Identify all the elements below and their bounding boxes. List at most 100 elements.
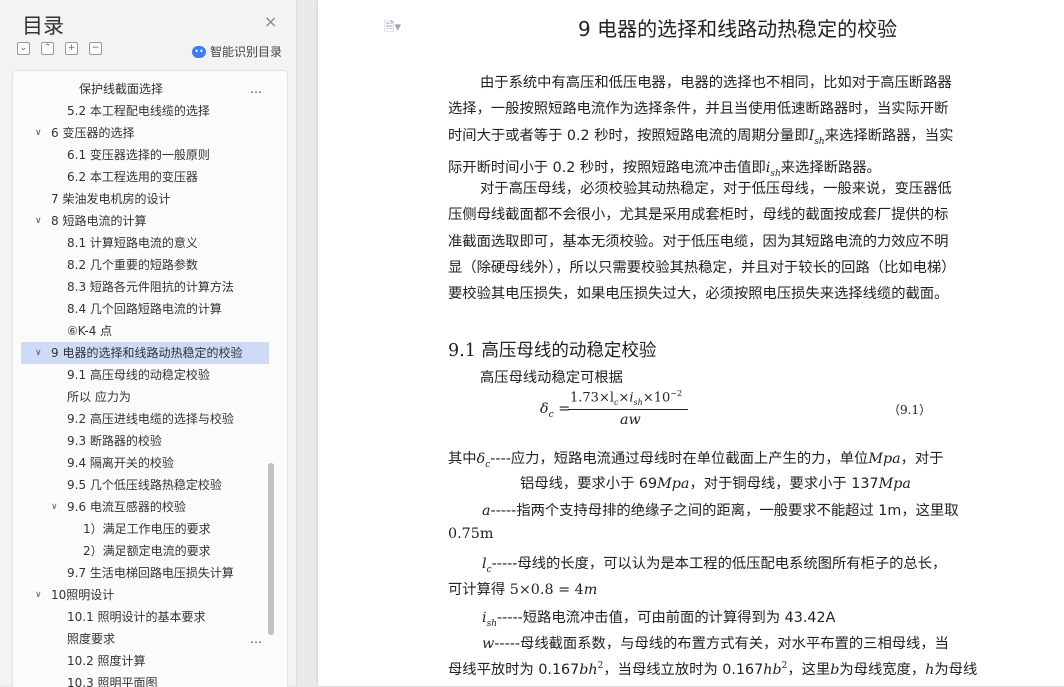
toc-item[interactable]: 10.2 照度计算 [21,650,269,672]
toc-item-label: 8.1 计算短路电流的意义 [67,236,198,250]
toc-item[interactable]: ∨ 9 电器的选择和线路动热稳定的校验 [21,342,269,364]
toc-item-label: 10.1 照明设计的基本要求 [67,610,206,624]
toc-item-label: 9.7 生活电梯回路电压损失计算 [67,566,234,580]
toc-sidebar: 目录 × ⌄ ⌃ + − •• 智能识别目录 保护线截面选择 … 5.2 本工程配电… [0,0,297,687]
toc-item-label: 6 变压器的选择 [51,126,135,140]
p1-line: 由于系统中有高压和低压电器，电器的选择也不相同，比如对于高压断路器 [480,75,952,91]
toc-item-label: 6.1 变压器选择的一般原则 [67,148,210,162]
chevron-down-icon[interactable]: ∨ [51,496,58,518]
fraction-bar [568,409,688,410]
toc-item[interactable]: ∨ 10照明设计 [21,584,269,606]
page-options-icon[interactable]: 🗎▾ [384,18,401,40]
smart-toc-button[interactable]: •• 智能识别目录 [192,43,282,60]
toc-toolbar: ⌄ ⌃ + − [17,42,102,60]
toc-item[interactable]: 9.4 隔离开关的校验 [21,452,269,474]
def-w: w-----母线截面系数，与母线的布置方式有关，对水平布置的三相母线，当 [482,636,949,652]
toc-item-label: 6.2 本工程选用的变压器 [67,170,198,184]
p1-line: 时间大于或者等于 0.2 秒时，按照短路电流的周期分量即Ish来选择断路器，当实 [448,127,954,147]
def-w-cont: 母线平放时为 0.167bh2，当母线立放时为 0.167hb2，这里b为母线宽… [448,661,978,678]
toc-item-label: 7 柴油发电机房的设计 [51,192,171,206]
ai-icon: •• [192,45,206,58]
toc-item-label: 8.3 短路各元件阻抗的计算方法 [67,280,234,294]
equation-number: （9.1） [888,403,932,417]
paragraph-2: 对于高压母线，必须校验其动热稳定，对于低压母线，一般来说，变压器低 压侧母线截面… [448,176,1018,307]
collapse-all-icon[interactable]: ⌃ [41,42,54,55]
toc-item[interactable]: 8.3 短路各元件阻抗的计算方法 [21,276,269,298]
more-options-icon[interactable]: … [250,628,263,650]
more-options-icon[interactable]: … [250,78,263,100]
toc-item-label: 10照明设计 [51,588,115,602]
toc-item-label: 10.2 照度计算 [67,654,146,668]
toc-item-label: 10.3 照明平面图 [67,676,158,687]
toc-item[interactable]: 5.2 本工程配电线缆的选择 [21,100,269,122]
formula-denominator: aw [620,412,641,428]
toc-item[interactable]: 2）满足额定电流的要求 [21,540,269,562]
toc-item-label: 9.3 断路器的校验 [67,434,162,448]
toc-item[interactable]: 1）满足工作电压的要求 [21,518,269,540]
toc-item[interactable]: ∨ 9.6 电流互感器的校验 [21,496,269,518]
toc-item-label: 8 短路电流的计算 [51,214,147,228]
expand-all-icon[interactable]: ⌄ [17,42,30,55]
toc-item[interactable]: ⑥K-4 点 [21,320,269,342]
toc-item[interactable]: 保护线截面选择 … [21,78,269,100]
toc-item-label: 照度要求 [67,632,116,646]
toc-item-label: 8.4 几个回路短路电流的计算 [67,302,222,316]
toc-item[interactable]: 9.5 几个低压线路热稳定校验 [21,474,269,496]
toc-item[interactable]: 8.1 计算短路电流的意义 [21,232,269,254]
formula-lhs: δc = [540,401,571,420]
def-i: ish-----短路电流冲击值，可由前面的计算得到为 43.42A [482,610,836,629]
toc-item-label: 2）满足额定电流的要求 [83,544,211,558]
chevron-down-icon[interactable]: ∨ [35,584,42,606]
p2-line: 对于高压母线，必须校验其动热稳定，对于低压母线，一般来说，变压器低 [480,181,952,197]
chevron-down-icon[interactable]: ∨ [35,122,42,144]
toc-item-label: 保护线截面选择 [79,82,164,96]
def-stress: 其中δc----应力，短路电流通过母线时在单位截面上产生的力，单位Mpa，对于 [448,451,944,470]
p2-line: 要校验其电压损失，如果电压损失过大，必须按照电压损失来选择线缆的截面。 [448,286,949,303]
document-page: 🗎▾ 9 电器的选择和线路动热稳定的校验 由于系统中有高压和低压电器，电器的选择… [318,0,1064,686]
toc-item[interactable]: 8.4 几个回路短路电流的计算 [21,298,269,320]
sidebar-title: 目录 [22,14,64,38]
toc-list: 保护线截面选择 … 5.2 本工程配电线缆的选择 ∨ 6 变压器的选择 6.1 变压器选择… [12,70,288,687]
toc-item-label: 1）满足工作电压的要求 [83,522,211,536]
def-a-value: 0.75m [448,526,494,542]
remove-item-icon[interactable]: − [89,42,102,55]
toc-item-label: ⑥K-4 点 [67,324,113,338]
toc-item[interactable]: ∨ 8 短路电流的计算 [21,210,269,232]
chapter-heading: 9 电器的选择和线路动热稳定的校验 [578,17,898,41]
toc-item[interactable]: 6.1 变压器选择的一般原则 [21,144,269,166]
toc-item[interactable]: 10.1 照明设计的基本要求 [21,606,269,628]
toc-item[interactable]: 6.2 本工程选用的变压器 [21,166,269,188]
chevron-down-icon[interactable]: ∨ [35,342,42,364]
def-l-calc: 可计算得 5×0.8 = 4m [448,582,598,598]
formula-numerator: 1.73×lc×ish×10−2 [570,389,683,407]
toc-item[interactable]: 照度要求 … [21,628,269,650]
toc-item[interactable]: 8.2 几个重要的短路参数 [21,254,269,276]
toc-item[interactable]: 9.2 高压进线电缆的选择与校验 [21,408,269,430]
p1-line: 选择，一般按照短路电流作为选择条件，并且当使用低速断路器时，当实际开断 [448,101,949,118]
smart-toc-label: 智能识别目录 [210,45,283,59]
toc-item-label: 5.2 本工程配电线缆的选择 [67,104,210,118]
chevron-down-icon[interactable]: ∨ [35,210,42,232]
toc-item[interactable]: 7 柴油发电机房的设计 [21,188,269,210]
add-item-icon[interactable]: + [65,42,78,55]
intro-text: 高压母线动稳定可根据 [480,370,623,386]
toc-item-label: 9.2 高压进线电缆的选择与校验 [67,412,234,426]
toc-item[interactable]: 所以 应力为 [21,386,269,408]
toc-item-label: 9 电器的选择和线路动热稳定的校验 [51,346,243,360]
section-heading: 9.1 高压母线的动稳定校验 [448,341,657,361]
def-a: a-----指两个支持母排的绝缘子之间的距离，一般要求不能超过 1m，这里取 [482,503,959,519]
toc-item[interactable]: 9.1 高压母线的动稳定校验 [21,364,269,386]
paragraph-1: 由于系统中有高压和低压电器，电器的选择也不相同，比如对于高压断路器 选择，一般按… [448,70,1018,187]
toc-item[interactable]: 9.7 生活电梯回路电压损失计算 [21,562,269,584]
toc-item-label: 9.5 几个低压线路热稳定校验 [67,478,222,492]
toc-item-label: 8.2 几个重要的短路参数 [67,258,198,272]
toc-item-label: 所以 应力为 [67,390,131,404]
toc-item-label: 9.1 高压母线的动稳定校验 [67,368,210,382]
toc-item[interactable]: ∨ 6 变压器的选择 [21,122,269,144]
toc-item[interactable]: 10.3 照明平面图 [21,672,269,687]
def-stress-cont: 铝母线，要求小于 69Mpa，对于铜母线，要求小于 137Mpa [520,476,911,492]
toc-scrollbar[interactable] [268,463,274,635]
p2-line: 压侧母线截面都不会很小，尤其是采用成套柜时，母线的截面按成套厂提供的标 [448,207,949,224]
close-icon[interactable]: × [264,12,277,31]
toc-item[interactable]: 9.3 断路器的校验 [21,430,269,452]
